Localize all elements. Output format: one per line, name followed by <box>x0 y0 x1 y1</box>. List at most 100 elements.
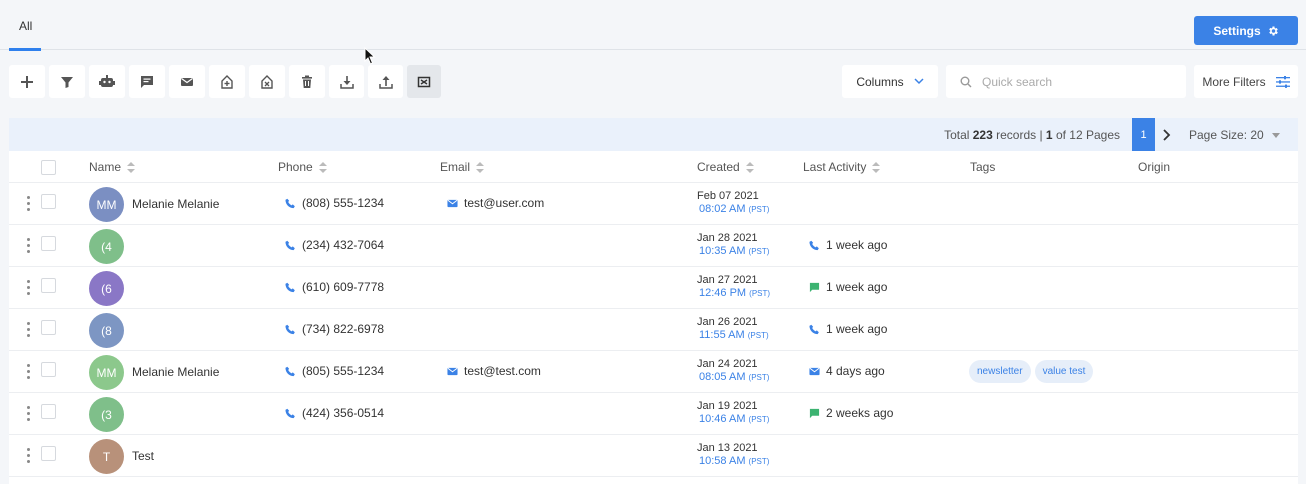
tag-chip[interactable]: value test <box>1034 360 1094 383</box>
table-row[interactable]: (8 (734) 822-6978 Jan 26 2021 11:55 AM (PST… <box>9 309 1298 351</box>
send-email-button[interactable] <box>169 65 205 98</box>
gear-icon <box>1268 26 1278 35</box>
last-activity: 1 week ago <box>809 322 887 336</box>
phone-icon <box>285 240 295 250</box>
sort-icon <box>127 161 136 173</box>
row-checkbox[interactable] <box>41 362 56 377</box>
row-menu-icon[interactable] <box>27 238 31 254</box>
table-row[interactable]: T Test Jan 13 2021 10:58 AM (PST) <box>9 435 1298 477</box>
mail-icon <box>447 199 458 207</box>
delete-button[interactable] <box>289 65 325 98</box>
row-checkbox[interactable] <box>41 404 56 419</box>
contact-name[interactable]: Melanie Melanie <box>132 197 219 211</box>
sliders-icon <box>1275 75 1290 88</box>
phone-icon <box>285 366 295 376</box>
tag-remove-icon <box>261 74 273 89</box>
settings-button[interactable]: Settings <box>1194 16 1298 45</box>
remove-tag-button[interactable] <box>249 65 285 98</box>
header-email[interactable]: Email <box>440 160 485 174</box>
contact-email[interactable]: test@test.com <box>447 364 541 378</box>
created-date: Jan 24 2021 08:05 AM (PST) <box>697 358 770 383</box>
more-filters-label: More Filters <box>1202 74 1266 89</box>
row-menu-icon[interactable] <box>27 322 31 338</box>
caret-down-icon <box>1271 132 1280 138</box>
header-last-activity[interactable]: Last Activity <box>803 160 881 174</box>
tag-chip[interactable]: newsletter <box>969 360 1031 383</box>
table-row[interactable]: (6 (610) 609-7778 Jan 27 2021 12:46 PM (PST… <box>9 267 1298 309</box>
contact-phone[interactable]: (805) 555-1234 <box>285 364 384 378</box>
table-row[interactable]: (4 (234) 432-7064 Jan 28 2021 10:35 AM (PST… <box>9 225 1298 267</box>
tab-all-label: All <box>19 19 33 33</box>
tab-active-indicator <box>9 48 41 51</box>
filter-icon <box>61 76 73 88</box>
more-filters-button[interactable]: More Filters <box>1194 65 1298 98</box>
header-origin-label: Origin <box>1138 160 1171 174</box>
add-contact-button[interactable] <box>9 65 45 98</box>
merge-icon <box>417 76 431 87</box>
automation-button[interactable] <box>89 65 125 98</box>
plus-icon <box>21 75 33 88</box>
header-phone[interactable]: Phone <box>278 160 327 174</box>
contact-email[interactable]: test@user.com <box>447 196 544 210</box>
phone-icon <box>285 282 295 292</box>
row-menu-icon[interactable] <box>27 448 31 464</box>
row-checkbox[interactable] <box>41 236 56 251</box>
header-name[interactable]: Name <box>89 160 136 174</box>
header-tags-label: Tags <box>970 160 996 174</box>
search-icon <box>960 76 972 87</box>
quick-search <box>946 65 1186 98</box>
row-checkbox[interactable] <box>41 320 56 335</box>
page-button-1[interactable]: 1 <box>1132 118 1155 151</box>
add-tag-button[interactable] <box>209 65 245 98</box>
header-phone-label: Phone <box>278 160 313 174</box>
row-checkbox[interactable] <box>41 194 56 209</box>
header-name-label: Name <box>89 160 122 174</box>
row-menu-icon[interactable] <box>27 364 31 380</box>
mail-icon <box>447 367 458 375</box>
export-button[interactable] <box>368 65 403 98</box>
table-row[interactable]: (3 (424) 356-0514 Jan 19 2021 10:46 AM (PST… <box>9 393 1298 435</box>
row-checkbox[interactable] <box>41 278 56 293</box>
tag-add-icon <box>221 74 233 89</box>
send-sms-button[interactable] <box>129 65 165 98</box>
table-header: Name Phone Email Created Last Activity T… <box>9 151 1298 183</box>
contact-phone[interactable]: (234) 432-7064 <box>285 238 384 252</box>
tab-all[interactable]: All <box>9 0 41 51</box>
row-checkbox[interactable] <box>41 446 56 461</box>
page-size-dropdown[interactable]: Page Size: 20 <box>1189 128 1280 142</box>
contact-phone[interactable]: (734) 822-6978 <box>285 322 384 336</box>
chevron-right-icon[interactable] <box>1159 127 1173 143</box>
table-row[interactable]: MM Melanie Melanie (805) 555-1234 test@test… <box>9 351 1298 393</box>
row-menu-icon[interactable] <box>27 196 31 212</box>
table-row[interactable]: MM Melanie Melanie (808) 555-1234 test@user… <box>9 183 1298 225</box>
phone-icon <box>285 324 295 334</box>
contact-phone[interactable]: (610) 609-7778 <box>285 280 384 294</box>
avatar: (3 <box>89 397 124 432</box>
created-date: Jan 13 2021 10:58 AM (PST) <box>697 442 770 467</box>
current-page: 1 <box>1045 128 1053 142</box>
sort-icon <box>745 161 754 173</box>
trash-icon <box>302 75 312 88</box>
contact-name[interactable]: Melanie Melanie <box>132 365 219 379</box>
contact-name[interactable]: Test <box>132 449 154 463</box>
row-menu-icon[interactable] <box>27 406 31 422</box>
mail-icon <box>809 367 820 375</box>
columns-dropdown[interactable]: Columns <box>842 65 938 98</box>
sort-icon <box>872 161 881 173</box>
phone-icon <box>285 408 295 418</box>
contact-phone[interactable]: (808) 555-1234 <box>285 196 384 210</box>
total-count: 223 <box>972 128 993 142</box>
contact-phone[interactable]: (424) 356-0514 <box>285 406 384 420</box>
import-button[interactable] <box>329 65 364 98</box>
search-input[interactable] <box>982 74 1162 89</box>
select-all-checkbox[interactable] <box>41 160 56 175</box>
chat-icon <box>141 75 153 88</box>
chat-icon <box>809 282 820 292</box>
filter-button[interactable] <box>49 65 85 98</box>
header-created[interactable]: Created <box>697 160 754 174</box>
merge-contacts-button[interactable] <box>407 65 441 98</box>
tab-bar: All Settings <box>0 0 1306 51</box>
row-menu-icon[interactable] <box>27 280 31 296</box>
avatar: MM <box>89 355 124 390</box>
mail-icon <box>181 77 193 86</box>
